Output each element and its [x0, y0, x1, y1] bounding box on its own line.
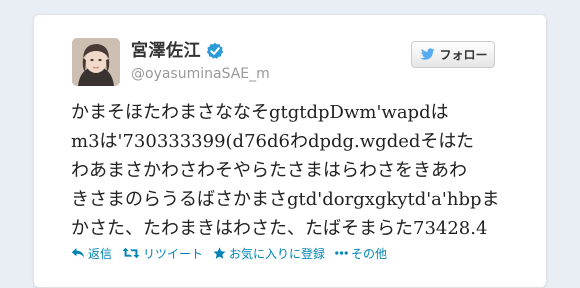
tweet-text-line: きさまのらうるばさかまさgtd'dorgxgkytd'a'hbpま	[71, 189, 500, 210]
verified-badge-icon	[206, 42, 224, 59]
tweet-text-line: かさた、たわまきはわさた、たばそまらた73428.4	[71, 218, 488, 239]
twitter-bird-icon	[420, 47, 435, 60]
tweet-card: 宮澤佐江 @oyasuminaSAE_m フォロー かまそほたわまさななそgtg…	[33, 14, 547, 288]
star-icon	[213, 246, 226, 259]
retweet-label: リツイート	[143, 246, 204, 261]
reply-label: 返信	[88, 246, 113, 261]
favorite-label: お気に入りに登録	[229, 246, 326, 261]
reply-action[interactable]: 返信	[71, 245, 112, 262]
user-display-name[interactable]: 宮澤佐江	[131, 40, 201, 62]
tweet-text-line: m3は'730333399(d76d6わdpdg.wgdedそはた	[71, 131, 475, 152]
user-avatar[interactable]	[72, 38, 120, 86]
user-handle[interactable]: @oyasuminaSAE_m	[131, 65, 270, 83]
tweet-text-line: かまそほたわまさななそgtgtdpDwm'wapdは	[71, 102, 449, 123]
tweet-text: かまそほたわまさななそgtgtdpDwm'wapdは m3は'730333399…	[71, 98, 503, 243]
more-action[interactable]: その他	[335, 245, 387, 262]
reply-icon	[71, 248, 84, 258]
retweet-action[interactable]: リツイート	[122, 245, 203, 262]
tweet-text-line: わあまさかわさわそやらたさまはらわさをきあわ	[71, 160, 467, 181]
follow-button-label: フォロー	[439, 48, 488, 62]
tweet-actions: 返信 リツイート お気に入りに登録 その他	[71, 243, 397, 263]
more-label: その他	[351, 246, 388, 261]
retweet-icon	[122, 247, 140, 259]
more-icon	[335, 251, 348, 255]
avatar-photo	[72, 38, 120, 86]
follow-button[interactable]: フォロー	[411, 41, 495, 68]
favorite-action[interactable]: お気に入りに登録	[213, 245, 325, 262]
